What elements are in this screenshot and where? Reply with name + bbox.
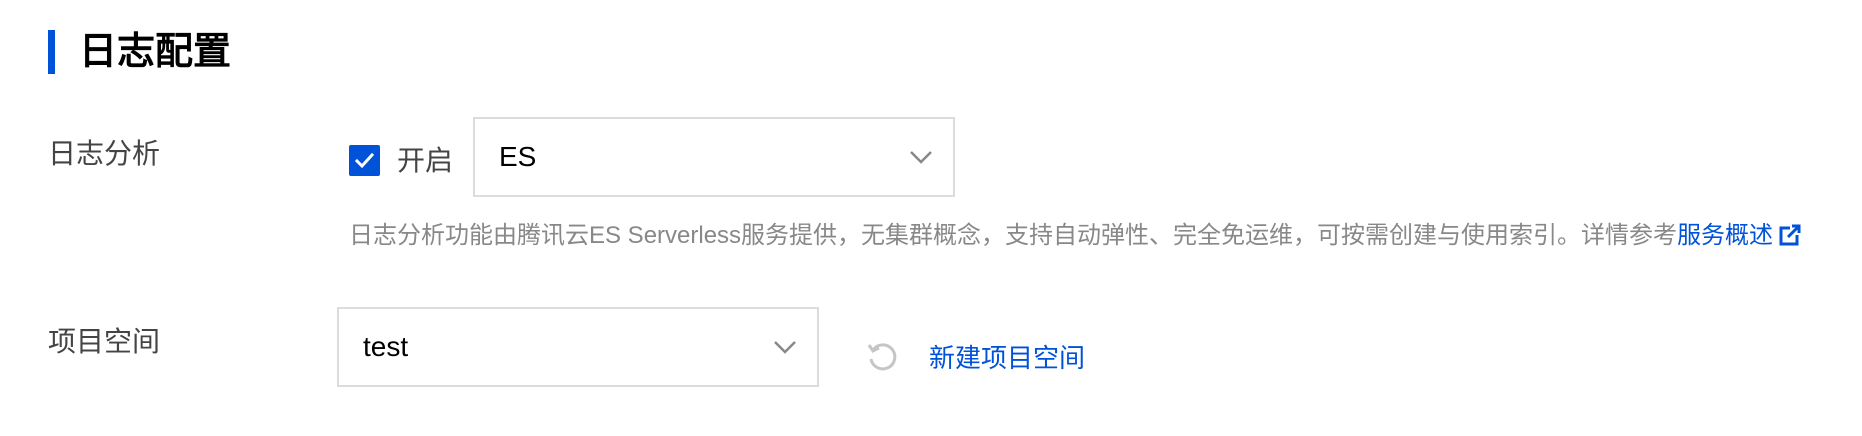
enable-log-analysis-checkbox[interactable] [349,145,380,176]
log-analysis-hint: 日志分析功能由腾讯云ES Serverless服务提供，无集群概念，支持自动弹性… [349,218,1802,254]
log-analysis-label: 日志分析 [48,138,161,169]
log-engine-select[interactable]: ES [473,117,955,197]
section-accent-bar [48,30,55,74]
external-link-icon[interactable] [1779,224,1802,246]
refresh-icon[interactable] [866,340,900,374]
checkmark-icon [355,152,374,169]
project-space-select[interactable]: test [337,307,819,387]
service-overview-link[interactable]: 服务概述 [1677,222,1773,249]
chevron-down-icon [910,151,932,164]
log-engine-select-value: ES [499,141,537,172]
section-title: 日志配置 [79,31,232,73]
new-project-space-link[interactable]: 新建项目空间 [929,338,1085,378]
log-analysis-hint-text: 日志分析功能由腾讯云ES Serverless服务提供，无集群概念，支持自动弹性… [349,222,1678,249]
project-space-select-value: test [363,331,409,362]
project-space-label: 项目空间 [48,326,161,357]
enable-log-analysis-label[interactable]: 开启 [397,141,453,181]
chevron-down-icon [774,341,796,354]
